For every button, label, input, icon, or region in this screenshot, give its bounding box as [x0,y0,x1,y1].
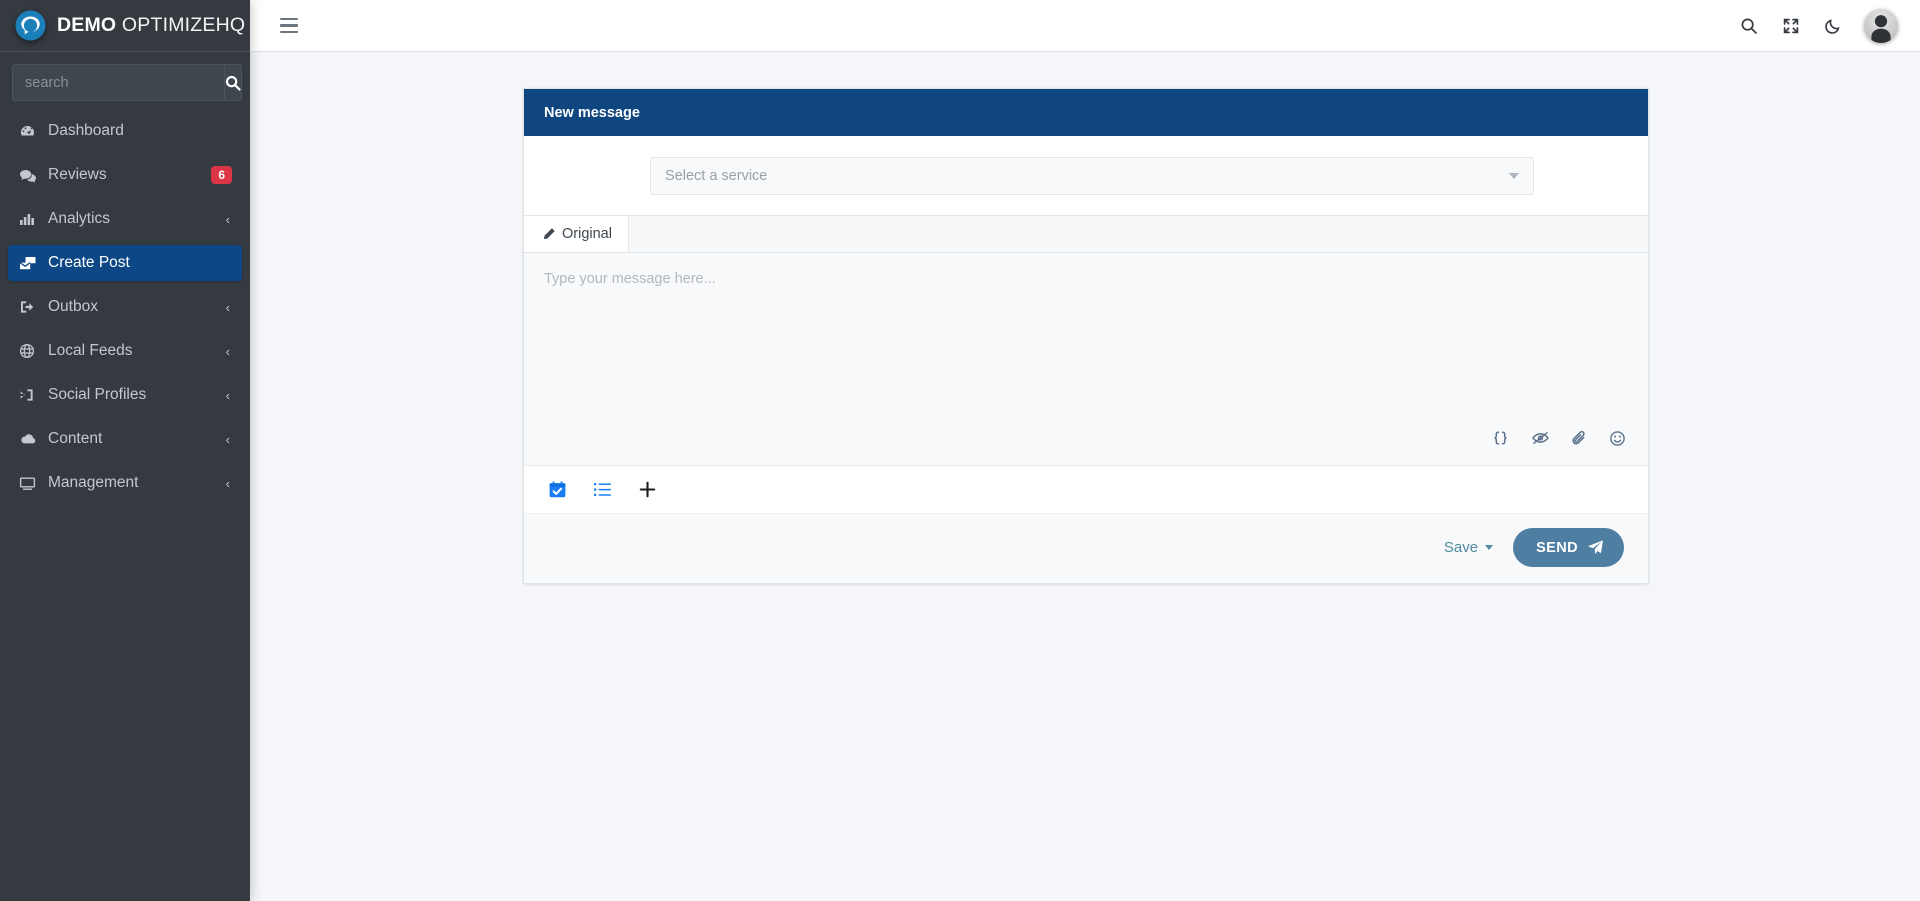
hamburger-bar [280,17,298,21]
sidebar-nav: Dashboard Reviews 6 Analytics ‹ Create P… [0,113,250,509]
sidebar-item-label: Social Profiles [48,386,147,403]
chevron-left-icon: ‹ [225,475,230,491]
search-submit-button[interactable] [224,64,242,101]
new-message-card: New message Select a service Original Ty… [523,88,1649,584]
brand-title-light: OPTIMIZEHQ [116,14,246,36]
sidebar: DEMO OPTIMIZEHQ Dashboard Reviews 6 [0,0,250,901]
tab-original[interactable]: Original [524,216,629,252]
sidebar-item-analytics[interactable]: Analytics ‹ [8,201,242,237]
chevron-left-icon: ‹ [225,431,230,447]
emoji-icon[interactable] [1609,430,1626,447]
user-avatar-icon [1871,14,1891,43]
sidebar-item-label: Management [48,474,139,491]
hamburger-bar [280,24,298,27]
add-plus-icon[interactable] [638,480,657,499]
sidebar-item-label: Reviews [48,166,107,183]
sign-in-icon [19,387,43,403]
fullscreen-button[interactable] [1770,5,1812,47]
chevron-left-icon: ‹ [225,387,230,403]
card-body-top: Select a service [524,136,1648,215]
chevron-left-icon: ‹ [225,211,230,227]
sidebar-search [0,52,250,111]
editor-tabstrip: Original [524,215,1648,253]
expand-arrows-icon [1783,18,1799,33]
paper-plane-icon [1588,540,1603,555]
globe-icon [19,343,43,359]
card-header: New message [524,89,1648,136]
darkmode-toggle-button[interactable] [1812,5,1854,47]
sidebar-item-label: Content [48,430,103,447]
main-area: New message Select a service Original Ty… [250,0,1920,901]
cloud-icon [19,432,43,446]
search-icon [225,75,241,91]
chat-bubble-circle-logo [14,9,47,42]
status-badge: 6 [211,166,232,184]
card-footer: Save SEND [524,514,1648,583]
brand-title-bold: DEMO [57,14,117,36]
search-icon [1741,18,1757,34]
send-button-label: SEND [1536,539,1578,556]
sidebar-item-label: Create Post [48,254,130,271]
avatar[interactable] [1864,8,1898,43]
content-area: New message Select a service Original Ty… [250,52,1920,901]
brand-header[interactable]: DEMO OPTIMIZEHQ [0,0,250,52]
service-select-row: Select a service [524,157,1648,195]
page-title: New message [544,104,640,121]
eye-slash-icon[interactable] [1531,430,1550,446]
service-select-placeholder: Select a service [665,168,768,184]
chevron-down-icon [1485,545,1494,550]
sidebar-item-label: Analytics [48,210,111,227]
sidebar-item-create-post[interactable]: Create Post [8,245,242,281]
queue-list-icon[interactable] [593,481,612,498]
brand-title: DEMO OPTIMIZEHQ [57,14,245,37]
paperclip-icon[interactable] [1572,430,1587,447]
sidebar-item-label: Outbox [48,298,98,315]
topbar [250,0,1920,52]
editor-toolbar [524,427,1648,461]
sign-out-icon [19,299,43,315]
save-button[interactable]: Save [1432,531,1505,564]
sidebar-item-management[interactable]: Management ‹ [8,465,242,501]
hamburger-menu-icon[interactable] [272,9,306,43]
sidebar-item-social-profiles[interactable]: Social Profiles ‹ [8,377,242,413]
service-select[interactable]: Select a service [650,157,1534,195]
schedule-calendar-icon[interactable] [548,480,567,499]
chevron-left-icon: ‹ [225,299,230,315]
moon-icon [1825,18,1840,34]
sidebar-item-local-feeds[interactable]: Local Feeds ‹ [8,333,242,369]
send-button[interactable]: SEND [1513,528,1624,567]
sidebar-item-outbox[interactable]: Outbox ‹ [8,289,242,325]
comments-icon [19,167,43,184]
sidebar-item-label: Local Feeds [48,342,133,359]
save-button-label: Save [1443,539,1479,556]
sidebar-item-dashboard[interactable]: Dashboard [8,113,242,149]
chart-bar-icon [19,211,43,227]
search-input[interactable] [12,64,224,101]
chevron-down-icon [1509,173,1519,179]
tachometer-icon [19,123,43,140]
tab-label: Original [562,226,612,242]
chevron-left-icon: ‹ [225,343,230,359]
desktop-icon [19,476,43,491]
mail-bulk-icon [19,255,43,271]
post-actions-row [524,466,1648,514]
topbar-search-button[interactable] [1728,5,1770,47]
hamburger-bar [280,30,298,34]
sidebar-item-label: Dashboard [48,122,124,139]
message-input[interactable]: Type your message here... [524,253,1648,427]
message-editor-area: Type your message here... [524,253,1648,466]
sidebar-item-reviews[interactable]: Reviews 6 [8,157,242,193]
sidebar-item-content[interactable]: Content ‹ [8,421,242,457]
pencil-icon [543,228,555,240]
variables-icon[interactable] [1492,430,1509,446]
